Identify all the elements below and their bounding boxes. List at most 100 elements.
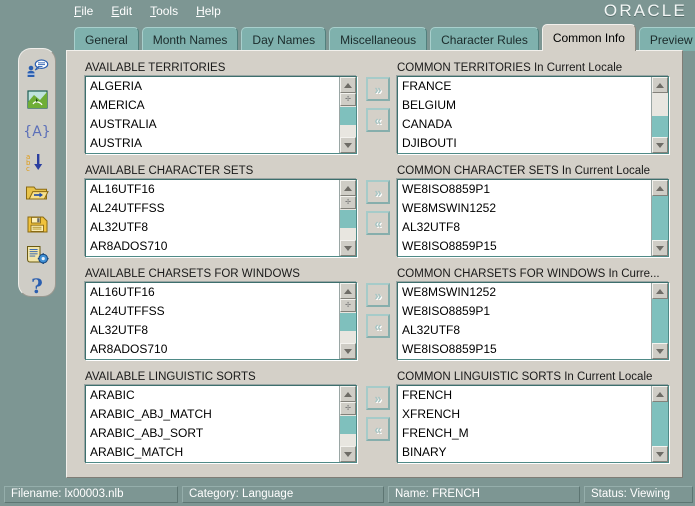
available-territories-list[interactable]: ALGERIA AMERICA AUSTRALIA AUSTRIA ✢ xyxy=(85,76,357,154)
list-item[interactable]: ARABIC_MATCH xyxy=(86,443,339,462)
remove-from-common-button[interactable]: « xyxy=(366,417,390,441)
scroll-up-button[interactable] xyxy=(652,283,668,299)
scrollbar-vertical[interactable]: ✢ xyxy=(339,283,356,359)
scroll-down-button[interactable] xyxy=(340,343,356,359)
scrollbar-vertical[interactable]: ✢ xyxy=(339,180,356,256)
scroll-grip[interactable]: ✢ xyxy=(340,93,356,106)
list-item[interactable]: AR8ADOS710 xyxy=(86,340,339,359)
tab-character-rules[interactable]: Character Rules xyxy=(430,27,539,51)
menu-file[interactable]: File xyxy=(72,3,95,19)
scrollbar-vertical[interactable] xyxy=(651,180,668,256)
list-item[interactable]: AUSTRALIA xyxy=(86,115,339,134)
tab-common-info[interactable]: Common Info xyxy=(542,24,636,51)
list-item[interactable]: BELGIUM xyxy=(398,96,651,115)
list-item[interactable]: BINARY xyxy=(398,443,651,462)
available-charsets-windows-list[interactable]: AL16UTF16 AL24UTFFSS AL32UTF8 AR8ADOS710… xyxy=(85,282,357,360)
scroll-grip[interactable]: ✢ xyxy=(340,402,356,415)
add-to-common-button[interactable]: » xyxy=(366,386,390,410)
add-to-common-button[interactable]: » xyxy=(366,180,390,204)
scroll-down-button[interactable] xyxy=(652,137,668,153)
list-item[interactable]: AL32UTF8 xyxy=(398,321,651,340)
scrollbar-vertical[interactable]: ✢ xyxy=(339,77,356,153)
scroll-thumb[interactable] xyxy=(340,313,356,331)
sidebar-item-generate[interactable] xyxy=(24,244,50,265)
list-item[interactable]: WE8ISO8859P15 xyxy=(398,237,651,256)
scroll-thumb[interactable] xyxy=(652,196,668,240)
list-item[interactable]: WE8ISO8859P1 xyxy=(398,302,651,321)
menu-tools[interactable]: Tools xyxy=(148,3,180,19)
scroll-track[interactable] xyxy=(340,312,356,343)
scroll-track[interactable] xyxy=(340,209,356,240)
tab-month-names[interactable]: Month Names xyxy=(142,27,239,51)
list-item[interactable]: AL24UTFFSS xyxy=(86,199,339,218)
scroll-down-button[interactable] xyxy=(340,446,356,462)
scroll-track[interactable] xyxy=(340,415,356,446)
scroll-down-button[interactable] xyxy=(652,446,668,462)
list-item[interactable]: ARABIC xyxy=(86,386,339,405)
scroll-up-button[interactable] xyxy=(652,180,668,196)
remove-from-common-button[interactable]: « xyxy=(366,108,390,132)
scroll-down-button[interactable] xyxy=(340,137,356,153)
scroll-up-button[interactable] xyxy=(340,77,356,93)
scroll-grip[interactable]: ✢ xyxy=(340,299,356,312)
list-item[interactable]: WE8ISO8859P1 xyxy=(398,180,651,199)
remove-from-common-button[interactable]: « xyxy=(366,314,390,338)
scrollbar-vertical[interactable] xyxy=(651,283,668,359)
list-item[interactable]: DJIBOUTI xyxy=(398,134,651,153)
scroll-track[interactable] xyxy=(652,402,668,446)
scrollbar-vertical[interactable] xyxy=(651,77,668,153)
scroll-thumb[interactable] xyxy=(652,116,668,137)
scroll-track[interactable] xyxy=(652,196,668,240)
sidebar-item-character-set[interactable]: {A} xyxy=(24,120,50,141)
scroll-grip[interactable]: ✢ xyxy=(340,196,356,209)
sidebar-item-language[interactable] xyxy=(24,58,50,79)
list-item[interactable]: FRENCH xyxy=(398,386,651,405)
common-linguistic-sorts-list[interactable]: FRENCH XFRENCH FRENCH_M BINARY xyxy=(397,385,669,463)
scroll-down-button[interactable] xyxy=(340,240,356,256)
list-item[interactable]: AL16UTF16 xyxy=(86,180,339,199)
scroll-thumb[interactable] xyxy=(340,210,356,228)
list-item[interactable]: AR8ADOS710 xyxy=(86,237,339,256)
list-item[interactable]: AL24UTFFSS xyxy=(86,302,339,321)
scroll-down-button[interactable] xyxy=(652,240,668,256)
list-item[interactable]: AMERICA xyxy=(86,96,339,115)
sidebar-item-territory[interactable] xyxy=(24,89,50,110)
scroll-up-button[interactable] xyxy=(340,386,356,402)
common-character-sets-list[interactable]: WE8ISO8859P1 WE8MSWIN1252 AL32UTF8 WE8IS… xyxy=(397,179,669,257)
common-territories-list[interactable]: FRANCE BELGIUM CANADA DJIBOUTI xyxy=(397,76,669,154)
available-character-sets-list[interactable]: AL16UTF16 AL24UTFFSS AL32UTF8 AR8ADOS710… xyxy=(85,179,357,257)
list-item[interactable]: FRANCE xyxy=(398,77,651,96)
scroll-track[interactable] xyxy=(652,299,668,343)
list-item[interactable]: ARABIC_ABJ_SORT xyxy=(86,424,339,443)
list-item[interactable]: WE8ISO8859P15 xyxy=(398,340,651,359)
scroll-thumb[interactable] xyxy=(652,299,668,343)
tab-general[interactable]: General xyxy=(74,27,139,51)
list-item[interactable]: WE8MSWIN1252 xyxy=(398,283,651,302)
menu-help[interactable]: Help xyxy=(194,3,223,19)
sidebar-item-save[interactable] xyxy=(24,213,50,234)
add-to-common-button[interactable]: » xyxy=(366,283,390,307)
list-item[interactable]: ARABIC_ABJ_MATCH xyxy=(86,405,339,424)
sidebar-item-help[interactable]: ? xyxy=(24,275,50,296)
list-item[interactable]: AL32UTF8 xyxy=(86,218,339,237)
list-item[interactable]: XFRENCH xyxy=(398,405,651,424)
list-item[interactable]: ALGERIA xyxy=(86,77,339,96)
list-item[interactable]: AUSTRIA xyxy=(86,134,339,153)
available-linguistic-sorts-list[interactable]: ARABIC ARABIC_ABJ_MATCH ARABIC_ABJ_SORT … xyxy=(85,385,357,463)
list-item[interactable]: FRENCH_M xyxy=(398,424,651,443)
list-item[interactable]: CANADA xyxy=(398,115,651,134)
scroll-thumb[interactable] xyxy=(340,107,356,125)
sidebar-item-linguistic-sort[interactable]: a b c xyxy=(24,151,50,172)
tab-day-names[interactable]: Day Names xyxy=(241,27,326,51)
list-item[interactable]: AL32UTF8 xyxy=(398,218,651,237)
scroll-down-button[interactable] xyxy=(652,343,668,359)
menu-edit[interactable]: Edit xyxy=(109,3,134,19)
scroll-up-button[interactable] xyxy=(340,283,356,299)
scrollbar-vertical[interactable] xyxy=(651,386,668,462)
scrollbar-vertical[interactable]: ✢ xyxy=(339,386,356,462)
scroll-track[interactable] xyxy=(340,106,356,137)
tab-miscellaneous[interactable]: Miscellaneous xyxy=(329,27,427,51)
tab-preview-nlt[interactable]: Preview NLT xyxy=(639,27,695,51)
scroll-thumb[interactable] xyxy=(652,402,668,446)
scroll-up-button[interactable] xyxy=(652,77,668,93)
